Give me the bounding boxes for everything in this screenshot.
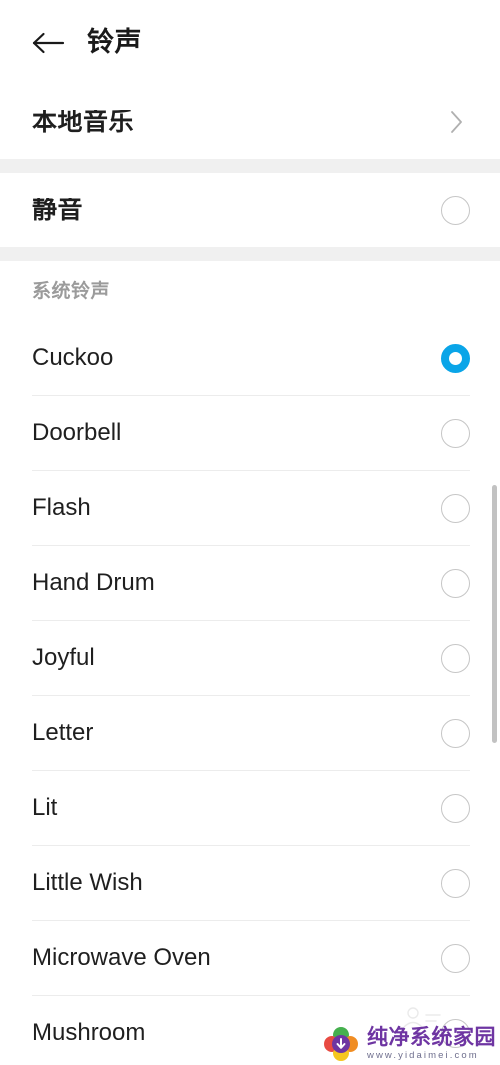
chevron-right-icon (446, 111, 468, 133)
ringtone-label: Lit (32, 796, 58, 820)
ringtone-label: Hand Drum (32, 571, 155, 595)
ringtone-radio[interactable] (441, 793, 470, 823)
ringtone-row[interactable]: Letter (0, 696, 500, 770)
section-divider-band (0, 159, 500, 173)
ringtone-label: Microwave Oven (32, 946, 211, 970)
ringtone-label: Doorbell (32, 421, 122, 445)
ringtone-label: Cuckoo (32, 346, 114, 370)
page-title: 铃声 (87, 27, 142, 57)
section-divider-band-2 (0, 247, 500, 261)
ringtone-row[interactable]: Little Wish (0, 846, 500, 920)
watermark: 纯净系统家园 www.yidaimei.com (322, 1025, 496, 1063)
ringtone-list: Cuckoo Doorbell Flash Hand Drum Joyful Letter… (0, 321, 500, 1065)
ringtone-settings-screen: 铃声 本地音乐 静音 系统铃声 Cuckoo Doorbell Flash Hand … (0, 0, 500, 1065)
watermark-text: 纯净系统家园 www.yidaimei.com (367, 1027, 496, 1061)
system-ringtones-label: 系统铃声 (32, 280, 111, 302)
ringtone-row[interactable]: Joyful (0, 621, 500, 695)
system-ringtones-header: 系统铃声 (0, 261, 500, 321)
ringtone-radio[interactable] (441, 418, 470, 448)
ringtone-radio[interactable] (441, 493, 470, 523)
ringtone-label: Flash (32, 496, 91, 520)
ringtone-row[interactable]: Microwave Oven (0, 921, 500, 995)
ringtone-row[interactable]: Doorbell (0, 396, 500, 470)
ringtone-row[interactable]: Flash (0, 471, 500, 545)
watermark-title: 纯净系统家园 (367, 1026, 496, 1050)
ringtone-radio[interactable] (441, 943, 470, 973)
ringtone-row[interactable]: Hand Drum (0, 546, 500, 620)
ringtone-label: Little Wish (32, 871, 143, 895)
ringtone-label: Letter (32, 721, 94, 745)
local-music-label: 本地音乐 (32, 109, 135, 135)
watermark-logo-icon (322, 1025, 360, 1063)
ringtone-radio[interactable] (441, 343, 470, 373)
ringtone-radio[interactable] (441, 568, 470, 598)
ringtone-radio[interactable] (441, 718, 470, 748)
ringtone-row[interactable]: Cuckoo (0, 321, 500, 395)
silent-label: 静音 (32, 197, 84, 223)
ringtone-radio[interactable] (441, 868, 470, 898)
watermark-url: www.yidaimei.com (367, 1050, 479, 1062)
ringtone-row[interactable]: Lit (0, 771, 500, 845)
silent-row[interactable]: 静音 (0, 173, 500, 247)
ringtone-radio[interactable] (441, 643, 470, 673)
local-music-row[interactable]: 本地音乐 (0, 85, 500, 159)
app-bar: 铃声 (0, 0, 500, 85)
arrow-left-icon[interactable] (30, 25, 66, 61)
silent-radio[interactable] (441, 195, 470, 225)
ringtone-label: Joyful (32, 646, 95, 670)
